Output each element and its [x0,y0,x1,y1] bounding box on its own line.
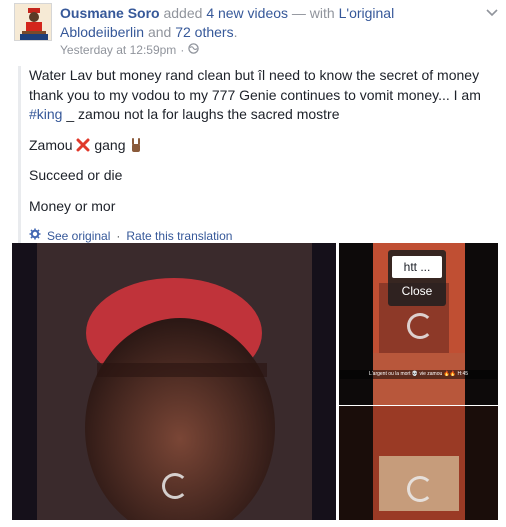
author-name[interactable]: Ousmane Soro [60,5,160,21]
tooltip-close-button[interactable]: Close [388,284,446,298]
and-text: and [147,24,172,40]
link-tooltip: htt ... Close [388,250,446,306]
loading-spinner-3 [407,476,433,502]
line-gang: gang [94,136,126,153]
globe-icon[interactable] [188,43,200,57]
video-caption: L'argent ou la mort 💀 vie zamou 🔥🔥 H:45 [340,370,497,379]
video-thumbnail-3[interactable] [339,406,498,520]
post-text: Water Lav but money rand clean but îl ne… [18,66,490,247]
horns-hand-icon [129,137,143,153]
with-text: — with [291,5,335,21]
avatar[interactable] [14,3,52,41]
hashtag-link[interactable]: #king [29,106,62,122]
post-header: Ousmane Soro added 4 new videos — with L… [60,5,395,40]
post-paragraph-cont: _ zamou not la for laughs the sacred mos… [66,106,340,122]
line-zamou: Zamou [29,136,73,153]
line-succeed: Succeed or die [29,167,123,183]
tooltip-url[interactable]: htt ... [392,256,442,278]
others-link[interactable]: 72 others [175,24,233,40]
timestamp[interactable]: Yesterday at 12:59pm [60,43,176,57]
line-money: Money or mor [29,197,116,214]
videos-link[interactable]: 4 new videos [206,5,288,21]
meta-separator: · [180,43,185,57]
loading-spinner-2 [407,313,433,339]
post-paragraph: Water Lav but money rand clean but îl ne… [29,67,481,103]
cross-icon [76,137,94,153]
video-thumbnail-main[interactable] [12,243,336,520]
loading-spinner [162,473,188,499]
post-meta: Yesterday at 12:59pm · [60,43,200,57]
chevron-down-icon[interactable] [486,4,498,20]
action-text: added [163,5,203,21]
